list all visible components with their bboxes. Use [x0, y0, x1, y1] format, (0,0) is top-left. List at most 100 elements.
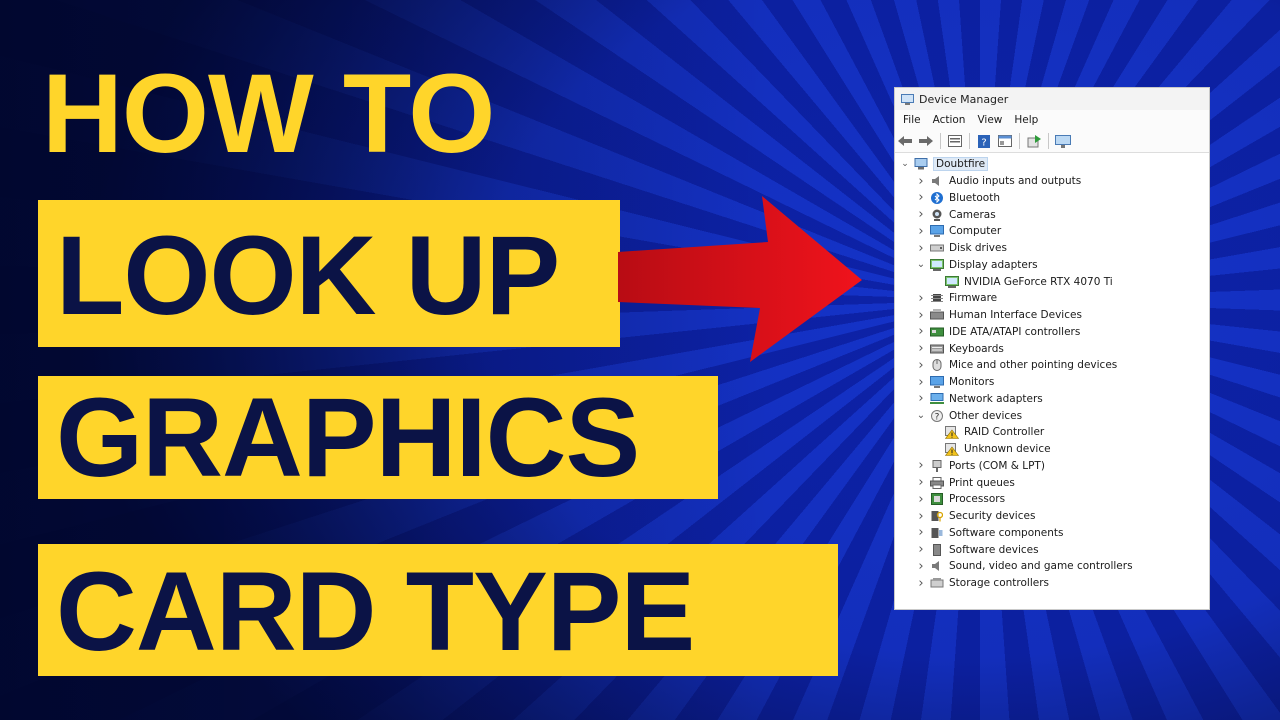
headline-line-1: HOW TO — [42, 51, 495, 176]
chevron-right-icon[interactable]: › — [915, 542, 927, 557]
window-title: Device Manager — [919, 92, 1009, 106]
tree-item-bluetooth[interactable]: › Bluetooth — [895, 190, 1209, 207]
tree-item-keyboards[interactable]: › Keyboards — [895, 340, 1209, 357]
tree-item-software-components[interactable]: › Software components — [895, 525, 1209, 542]
tree-item-label: Keyboards — [949, 342, 1004, 355]
details-icon[interactable] — [997, 134, 1013, 148]
chevron-right-icon[interactable]: › — [915, 308, 927, 323]
chevron-right-icon[interactable]: › — [915, 291, 927, 306]
tree-item-label: Software devices — [949, 543, 1039, 556]
tree-item-firmware[interactable]: › Firmware — [895, 290, 1209, 307]
port-icon — [930, 459, 944, 472]
chevron-down-icon[interactable]: ⌄ — [899, 159, 911, 169]
tree-item-audio-inputs-and-outputs[interactable]: › Audio inputs and outputs — [895, 173, 1209, 190]
tree-item-network-adapters[interactable]: › Network adapters — [895, 391, 1209, 408]
tree-item-cameras[interactable]: › Cameras — [895, 206, 1209, 223]
chevron-right-icon[interactable]: › — [915, 174, 927, 189]
tree-item-mice-and-other-pointing-devices[interactable]: › Mice and other pointing devices — [895, 357, 1209, 374]
network-icon — [930, 392, 944, 405]
computer-root-icon — [914, 158, 928, 170]
tree-item-monitors[interactable]: › Monitors — [895, 374, 1209, 391]
headline-line-4: CARD TYPE — [38, 544, 838, 676]
tree-item-label: IDE ATA/ATAPI controllers — [949, 325, 1081, 338]
window-titlebar: Device Manager — [895, 88, 1209, 110]
tree-item-security-devices[interactable]: › Security devices — [895, 508, 1209, 525]
tree-item-ide-ata-atapi-controllers[interactable]: › IDE ATA/ATAPI controllers — [895, 324, 1209, 341]
chevron-right-icon[interactable]: › — [915, 391, 927, 406]
chevron-right-icon[interactable]: › — [915, 341, 927, 356]
scan-hardware-icon[interactable] — [1055, 134, 1071, 148]
warning-device-icon — [945, 425, 959, 439]
device-manager-window: Device Manager File Action View Help ? ⌄… — [894, 87, 1210, 610]
chevron-right-icon[interactable]: › — [915, 224, 927, 239]
tree-child-unknown-device[interactable]: Unknown device — [895, 441, 1209, 458]
storage-icon — [930, 577, 944, 589]
headline-line-2: LOOK UP — [38, 200, 620, 347]
tree-child-nvidia-geforce-rtx-4070-ti[interactable]: NVIDIA GeForce RTX 4070 Ti — [895, 273, 1209, 290]
display-adapter-icon — [930, 258, 944, 271]
properties-icon[interactable] — [947, 134, 963, 148]
tree-root-label: Doubtfire — [933, 157, 989, 172]
tree-item-ports-com-lpt[interactable]: › Ports (COM & LPT) — [895, 458, 1209, 475]
menu-file[interactable]: File — [901, 114, 923, 126]
tree-item-other-devices[interactable]: ⌄? Other devices — [895, 407, 1209, 424]
tree-item-computer[interactable]: › Computer — [895, 223, 1209, 240]
chevron-right-icon[interactable]: › — [915, 375, 927, 390]
chevron-right-icon[interactable]: › — [915, 475, 927, 490]
tree-item-disk-drives[interactable]: › Disk drives — [895, 240, 1209, 257]
chevron-right-icon[interactable]: › — [915, 525, 927, 540]
chevron-right-icon[interactable]: › — [915, 509, 927, 524]
tree-item-label: Cameras — [949, 208, 996, 221]
chevron-right-icon[interactable]: › — [915, 576, 927, 591]
mouse-icon — [930, 359, 944, 372]
menu-action[interactable]: Action — [931, 114, 968, 126]
chevron-right-icon[interactable]: › — [915, 190, 927, 205]
tree-child-raid-controller[interactable]: RAID Controller — [895, 424, 1209, 441]
processor-icon — [930, 493, 944, 506]
forward-icon[interactable] — [918, 134, 934, 148]
tree-item-sound-video-and-game-controllers[interactable]: › Sound, video and game controllers — [895, 558, 1209, 575]
keyboard-icon — [930, 343, 944, 355]
tree-item-label: Sound, video and game controllers — [949, 560, 1133, 573]
tree-item-human-interface-devices[interactable]: › Human Interface Devices — [895, 307, 1209, 324]
chevron-right-icon[interactable]: › — [915, 559, 927, 574]
tree-item-label: Display adapters — [949, 258, 1038, 271]
tree-item-label: Human Interface Devices — [949, 309, 1082, 322]
back-icon[interactable] — [897, 134, 913, 148]
toolbar: ? — [895, 130, 1209, 153]
tree-child-label: RAID Controller — [964, 426, 1045, 439]
chevron-right-icon[interactable]: › — [915, 358, 927, 373]
chevron-down-icon[interactable]: ⌄ — [915, 410, 927, 421]
tree-item-software-devices[interactable]: › Software devices — [895, 541, 1209, 558]
toolbar-separator — [969, 133, 970, 149]
tree-item-label: Other devices — [949, 409, 1023, 422]
tree-child-label: NVIDIA GeForce RTX 4070 Ti — [964, 275, 1113, 288]
tree-item-label: Software components — [949, 526, 1064, 539]
tree-item-storage-controllers[interactable]: › Storage controllers — [895, 575, 1209, 592]
warning-device-icon — [945, 442, 959, 456]
tree-root[interactable]: ⌄ Doubtfire — [895, 156, 1209, 173]
speaker-icon — [930, 560, 944, 572]
chevron-right-icon[interactable]: › — [915, 458, 927, 473]
controller-icon — [930, 326, 944, 338]
tree-item-label: Monitors — [949, 376, 995, 389]
tree-item-print-queues[interactable]: › Print queues — [895, 474, 1209, 491]
monitor-icon — [930, 376, 944, 389]
tree-item-processors[interactable]: › Processors — [895, 491, 1209, 508]
update-driver-icon[interactable] — [1026, 134, 1042, 148]
chevron-right-icon[interactable]: › — [915, 241, 927, 256]
tree-item-label: Bluetooth — [949, 191, 1000, 204]
help-icon[interactable]: ? — [976, 134, 992, 148]
device-categories: › Audio inputs and outputs › Bluetooth › Came… — [895, 173, 1209, 592]
chevron-right-icon[interactable]: › — [915, 324, 927, 339]
menu-view[interactable]: View — [975, 114, 1004, 126]
chevron-right-icon[interactable]: › — [915, 492, 927, 507]
tree-item-display-adapters[interactable]: ⌄ Display adapters — [895, 257, 1209, 274]
software-component-icon — [930, 527, 944, 539]
chevron-right-icon[interactable]: › — [915, 207, 927, 222]
chip-icon — [930, 292, 944, 304]
chevron-down-icon[interactable]: ⌄ — [915, 259, 927, 270]
tree-item-label: Print queues — [949, 476, 1015, 489]
bluetooth-icon — [930, 191, 944, 204]
menu-help[interactable]: Help — [1012, 114, 1040, 126]
